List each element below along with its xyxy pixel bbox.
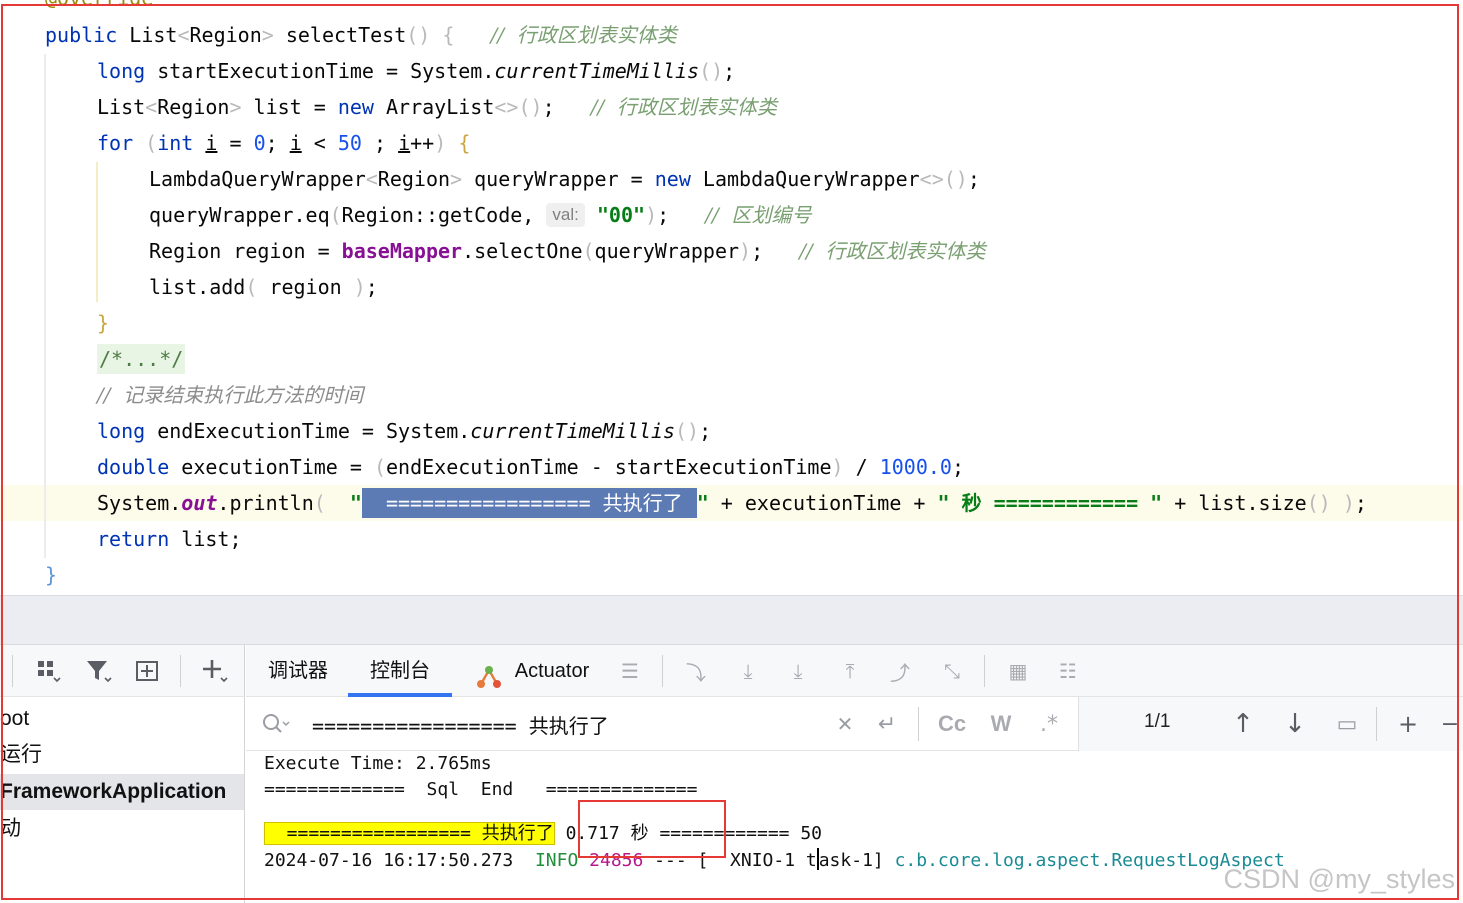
toolbar-separator xyxy=(662,655,663,687)
tab-actuator[interactable]: Actuator xyxy=(472,645,598,697)
toolbar-separator xyxy=(180,655,181,687)
table-icon[interactable]: ▦ xyxy=(1002,655,1034,687)
tab-actuator-label: Actuator xyxy=(514,660,590,682)
add-service-icon[interactable] xyxy=(198,655,230,687)
step-out-icon[interactable]: ⤒ xyxy=(834,655,866,687)
tool-tabs: 调试器 控制台 Actuator ☰ ⤵ ⤓ ⤓ ⤒ ⤴ ⤡ ▦ ☷ xyxy=(246,645,1463,697)
filter-icon[interactable] xyxy=(82,655,114,687)
code-line-11[interactable]: // 记录结束执行此方法的时间 xyxy=(97,377,363,413)
code-line-13[interactable]: double executionTime = (endExecutionTime… xyxy=(97,449,964,485)
code-line-9[interactable]: } xyxy=(97,305,109,341)
search-icon[interactable] xyxy=(258,709,294,739)
tab-console[interactable]: 控制台 xyxy=(348,645,452,697)
previous-match-icon[interactable]: ↑ xyxy=(1228,709,1258,739)
tree-item-application[interactable]: FrameworkApplication xyxy=(0,774,244,810)
next-match-icon[interactable]: ↓ xyxy=(1280,709,1310,739)
code-line-16[interactable]: } xyxy=(45,557,57,593)
code-line-7[interactable]: Region region = baseMapper.selectOne(que… xyxy=(149,233,985,269)
toolbar-separator xyxy=(12,655,13,687)
tree-item-startup[interactable]: 动 xyxy=(0,811,244,847)
clear-search-icon[interactable]: ✕ xyxy=(830,709,860,739)
search-input[interactable] xyxy=(312,705,822,743)
evaluate-icon[interactable]: ⤡ xyxy=(936,655,968,687)
more-icon[interactable]: − xyxy=(1440,709,1460,739)
code-line-annotation: @Override xyxy=(45,0,153,16)
code-comment: // 行政区划表实体类 xyxy=(590,95,777,119)
settings-list-icon[interactable]: ☷ xyxy=(1052,655,1084,687)
code-line-15[interactable]: return list; xyxy=(97,521,242,557)
group-by-icon[interactable] xyxy=(32,655,64,687)
console-line: Execute Time: 2.765ms xyxy=(264,753,492,774)
text-selection: ================= 共执行了 xyxy=(361,488,697,518)
console-line: ============= Sql End ============== xyxy=(264,779,698,800)
code-editor[interactable]: @Override public List<Region> selectTest… xyxy=(0,0,1463,595)
code-line-1[interactable]: public List<Region> selectTest() { // 行政… xyxy=(45,17,677,53)
code-line-4[interactable]: for (int i = 0; i < 50 ; i++) { xyxy=(97,125,470,161)
whole-word-toggle[interactable]: W xyxy=(986,709,1016,739)
code-comment: // 区划编号 xyxy=(705,203,812,227)
console-line: 2024-07-16 16:17:50.273 INFO 24856 --- [… xyxy=(264,848,1285,871)
code-line-10[interactable]: /*...*/ xyxy=(97,341,186,377)
code-line-14[interactable]: System.out.println( " ================= 共… xyxy=(97,485,1367,521)
search-match-highlight: ================= 共执行了 xyxy=(264,822,555,845)
code-comment: // 行政区划表实体类 xyxy=(490,23,677,47)
code-comment: // 行政区划表实体类 xyxy=(799,239,986,263)
code-line-5[interactable]: LambdaQueryWrapper<Region> queryWrapper … xyxy=(149,161,980,197)
scroll-to-end-icon[interactable]: ⤵ xyxy=(680,655,712,687)
folded-block[interactable]: /*...*/ xyxy=(97,344,186,374)
toolbar-separator xyxy=(918,707,919,741)
match-case-toggle[interactable]: Cc xyxy=(934,709,970,739)
code-line-6[interactable]: queryWrapper.eq(Region::getCode, val: "0… xyxy=(149,197,811,233)
match-count: 1/1 xyxy=(1144,711,1171,732)
select-all-matches-icon[interactable]: ▭ xyxy=(1332,709,1362,739)
services-toolbar xyxy=(0,645,245,697)
regex-toggle[interactable]: .* xyxy=(1034,709,1064,739)
menu-icon[interactable]: ☰ xyxy=(614,655,646,687)
code-line-3[interactable]: List<Region> list = new ArrayList<>(); /… xyxy=(97,89,777,125)
step-over-icon[interactable]: ⤓ xyxy=(732,655,764,687)
code-line-2[interactable]: long startExecutionTime = System.current… xyxy=(97,53,735,89)
watermark: CSDN @my_styles xyxy=(1223,864,1455,894)
parameter-hint: val: xyxy=(546,203,585,227)
find-bar: ✕ ↵ Cc W .* 1/1 ↑ ↓ ▭ + − xyxy=(246,697,1463,751)
code-line-8[interactable]: list.add( region ); xyxy=(149,269,378,305)
code-line-12[interactable]: long endExecutionTime = System.currentTi… xyxy=(97,413,711,449)
indent-guide xyxy=(44,54,46,558)
new-line-icon[interactable]: ↵ xyxy=(872,709,902,739)
run-to-cursor-icon[interactable]: ⤴ xyxy=(884,655,916,687)
indent-guide xyxy=(96,162,98,302)
toolbar-separator xyxy=(984,655,985,687)
toolbar-separator xyxy=(1376,707,1377,741)
code-comment: // 记录结束执行此方法的时间 xyxy=(97,383,364,407)
services-tree[interactable]: oot 运行 FrameworkApplication 动 xyxy=(0,697,245,903)
step-into-icon[interactable]: ⤓ xyxy=(782,655,814,687)
tree-item-running[interactable]: 运行 xyxy=(0,737,244,773)
tab-debugger[interactable]: 调试器 xyxy=(258,645,338,697)
panel-splitter[interactable] xyxy=(0,595,1463,645)
console-line: ================= 共执行了 0.717 秒 =========… xyxy=(264,822,822,845)
tree-item-boot[interactable]: oot xyxy=(0,701,244,737)
actuator-icon xyxy=(476,658,504,688)
add-occurrence-icon[interactable]: + xyxy=(1390,709,1426,739)
new-group-icon[interactable] xyxy=(132,655,164,687)
